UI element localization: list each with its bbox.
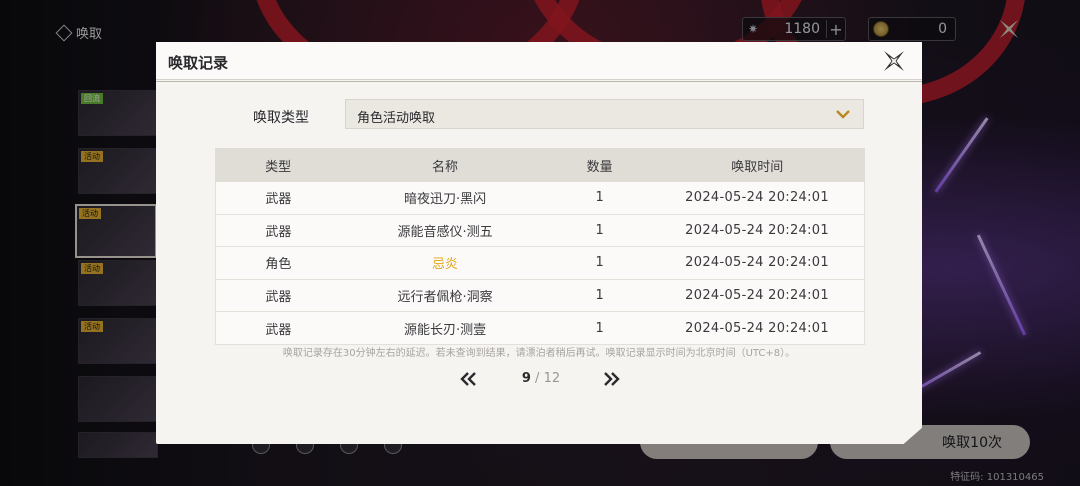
cell-type: 武器 <box>214 311 341 345</box>
table-row: 武器 暗夜迅刀·黑闪 1 2024-05-24 20:24:01 <box>214 181 866 215</box>
page-separator: / <box>535 371 540 386</box>
double-chevron-right-icon[interactable] <box>600 370 622 388</box>
convene-history-dialog: 唤取记录 唤取类型 角色活动唤取 类型 名称 数量 唤取时间 武器 暗夜迅刀·黑… <box>156 42 922 444</box>
convene-type-select[interactable]: 角色活动唤取 <box>345 99 864 129</box>
cell-count: 1 <box>549 213 651 248</box>
dialog-header: 唤取记录 <box>156 42 922 82</box>
cell-name-highlight: 忌炎 <box>340 246 550 280</box>
cell-name: 源能音感仪·测五 <box>340 213 550 248</box>
cell-name: 暗夜迅刀·黑闪 <box>340 181 550 215</box>
cell-type: 武器 <box>214 213 341 248</box>
convene-type-label: 唤取类型 <box>253 110 309 126</box>
cell-name: 源能长刃·测壹 <box>340 311 550 345</box>
cell-time: 2024-05-24 20:24:01 <box>650 181 866 215</box>
page-current: 9 <box>521 371 531 386</box>
column-header-count: 数量 <box>548 148 651 182</box>
convene-type-value: 角色活动唤取 <box>357 111 436 126</box>
cell-count: 1 <box>549 181 651 215</box>
table-header-row: 类型 名称 数量 唤取时间 <box>214 148 866 182</box>
pagination: 9 / 12 <box>156 368 922 392</box>
column-header-time: 唤取时间 <box>649 148 866 182</box>
cell-time: 2024-05-24 20:24:01 <box>650 246 866 280</box>
column-header-name: 名称 <box>340 148 550 182</box>
cell-name: 远行者佩枪·洞察 <box>340 278 550 313</box>
table-row: 武器 远行者佩枪·洞察 1 2024-05-24 20:24:01 <box>214 278 866 313</box>
cell-count: 1 <box>549 278 651 313</box>
cell-time: 2024-05-24 20:24:01 <box>650 213 866 248</box>
records-table: 类型 名称 数量 唤取时间 武器 暗夜迅刀·黑闪 1 2024-05-24 20… <box>214 148 866 345</box>
page-total: 12 <box>543 371 561 386</box>
double-chevron-left-icon[interactable] <box>458 370 480 388</box>
cell-time: 2024-05-24 20:24:01 <box>650 311 866 345</box>
table-row: 角色 忌炎 1 2024-05-24 20:24:01 <box>214 246 866 280</box>
page-indicator: 9 / 12 <box>501 371 581 386</box>
cell-time: 2024-05-24 20:24:01 <box>650 278 866 313</box>
delay-notice: 唤取记录存在30分钟左右的延迟。若未查询到结果，请漂泊者稍后再试。唤取记录显示时… <box>282 348 796 359</box>
cell-type: 武器 <box>214 278 341 313</box>
chevron-down-icon <box>836 110 850 119</box>
cell-type: 角色 <box>214 246 341 280</box>
cell-count: 1 <box>549 311 651 345</box>
column-header-type: 类型 <box>214 148 342 182</box>
dialog-title: 唤取记录 <box>168 54 229 72</box>
cell-type: 武器 <box>214 181 341 215</box>
table-row: 武器 源能长刃·测壹 1 2024-05-24 20:24:01 <box>214 311 866 345</box>
close-icon[interactable] <box>883 50 905 72</box>
table-row: 武器 源能音感仪·测五 1 2024-05-24 20:24:01 <box>214 213 866 248</box>
cell-count: 1 <box>549 246 651 280</box>
